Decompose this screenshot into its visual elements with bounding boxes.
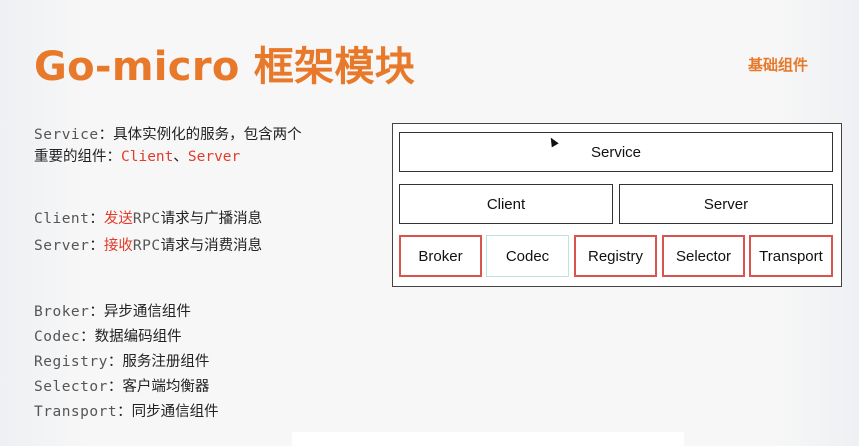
service-description-line2: 重要的组件：Client、Server [34,146,240,168]
service-term: Service [34,127,99,143]
component-term: Selector [34,379,108,395]
component-term: Codec [34,329,81,345]
client-verb: 发送 [103,211,133,227]
client-description: Client：发送RPC请求与广播消息 [34,208,262,230]
component-description-selector: Selector：客户端均衡器 [34,376,209,398]
slide-title: Go-micro 框架模块 [34,44,416,90]
service-desc1: 具体实例化的服务，包含两个 [113,127,302,143]
server-sep: ： [89,238,104,254]
component-desc: 服务注册组件 [122,354,210,370]
service-client-term: Client [121,149,174,165]
service-description-line1: Service：具体实例化的服务，包含两个 [34,124,302,146]
server-rpc: RPC [132,238,161,254]
component-description-codec: Codec：数据编码组件 [34,326,182,348]
diagram-codec-box: Codec [486,235,569,277]
diagram-selector-box: Selector [662,235,745,277]
architecture-diagram: Service Client Server Broker Codec Regis… [392,123,842,287]
diagram-registry-box: Registry [574,235,657,277]
server-verb: 接收 [103,238,133,254]
component-sep: ： [89,304,104,320]
corner-tag: 基础组件 [748,56,809,74]
component-sep: ： [80,329,95,345]
diagram-service-box: Service [399,132,833,172]
service-sep: ： [98,127,114,143]
client-term: Client [34,211,90,227]
component-term: Transport [34,404,118,420]
client-rest: 请求与广播消息 [160,211,263,227]
diagram-transport-box: Transport [749,235,833,277]
server-description: Server：接收RPC请求与消费消息 [34,235,262,257]
diagram-server-box: Server [619,184,833,224]
diagram-client-box: Client [399,184,613,224]
server-term: Server [34,238,90,254]
diagram-broker-box: Broker [399,235,482,277]
component-description-transport: Transport：同步通信组件 [34,401,219,423]
component-desc: 客户端均衡器 [122,379,210,395]
component-desc: 同步通信组件 [131,404,219,420]
bottom-strip [292,432,684,446]
component-sep: ： [117,404,132,420]
component-desc: 异步通信组件 [103,304,191,320]
client-sep: ： [89,211,104,227]
component-term: Registry [34,354,108,370]
component-sep: ： [107,354,123,370]
service-desc2: 重要的组件： [34,149,121,165]
component-sep: ： [107,379,123,395]
component-description-broker: Broker：异步通信组件 [34,301,191,323]
component-term: Broker [34,304,90,320]
component-desc: 数据编码组件 [94,329,182,345]
server-rest: 请求与消费消息 [160,238,263,254]
service-comma: 、 [173,149,188,165]
client-rpc: RPC [132,211,161,227]
component-description-registry: Registry：服务注册组件 [34,351,209,373]
service-server-term: Server [187,149,241,165]
